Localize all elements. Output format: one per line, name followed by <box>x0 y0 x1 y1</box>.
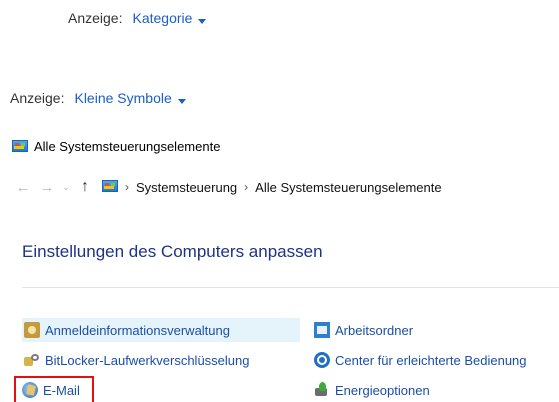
view-small-icons-row: Anzeige: Kleine Symbole <box>10 90 186 106</box>
work-folders-icon <box>314 322 330 338</box>
window-title: Alle Systemsteuerungselemente <box>34 139 221 154</box>
breadcrumb-systemsteuerung[interactable]: Systemsteuerung <box>136 180 237 195</box>
item-label: Arbeitsordner <box>335 322 414 338</box>
up-arrow-icon[interactable]: ↑ <box>76 178 94 196</box>
item-email[interactable]: E-Mail <box>14 376 94 402</box>
item-work-folders[interactable]: Arbeitsordner <box>312 318 413 342</box>
item-bitlocker[interactable]: BitLocker-Laufwerkverschlüsselung <box>22 348 300 372</box>
recent-locations-icon[interactable]: ⌄ <box>60 182 72 193</box>
breadcrumb-all-items[interactable]: Alle Systemsteuerungselemente <box>255 180 441 195</box>
control-panel-icon <box>102 180 118 194</box>
item-label: E-Mail <box>43 382 80 398</box>
ease-of-access-icon <box>314 352 330 368</box>
window-title-bar: Alle Systemsteuerungselemente <box>12 139 220 154</box>
view-small-icons-dropdown[interactable]: Kleine Symbole <box>74 90 186 106</box>
forward-arrow-icon[interactable]: → <box>38 179 56 196</box>
item-label: BitLocker-Laufwerkverschlüsselung <box>45 352 250 368</box>
item-label: Anmeldeinformationsverwaltung <box>45 322 230 338</box>
breadcrumb-separator-icon: › <box>125 180 129 194</box>
item-power-options[interactable]: Energieoptionen <box>312 378 430 402</box>
divider <box>22 287 559 288</box>
view-category-row: Anzeige: Kategorie <box>68 10 207 26</box>
chevron-down-icon <box>177 99 186 104</box>
back-arrow-icon[interactable]: ← <box>14 179 32 196</box>
item-ease-of-access[interactable]: Center für erleichterte Bedienung <box>312 348 527 372</box>
mail-icon <box>22 382 38 398</box>
view-label: Anzeige: <box>68 10 123 26</box>
view-category-value: Kategorie <box>132 10 193 26</box>
chevron-down-icon <box>198 19 207 24</box>
view-category-dropdown[interactable]: Kategorie <box>132 10 207 26</box>
view-label: Anzeige: <box>10 90 65 106</box>
power-options-icon <box>314 382 330 398</box>
bitlocker-icon <box>24 352 40 368</box>
item-label: Center für erleichterte Bedienung <box>335 352 527 368</box>
navigation-bar: ← → ⌄ ↑ › Systemsteuerung › Alle Systems… <box>14 178 442 196</box>
breadcrumb-separator-icon[interactable]: › <box>244 180 248 194</box>
item-label: Energieoptionen <box>335 382 430 398</box>
control-panel-icon <box>12 139 28 154</box>
credential-manager-icon <box>24 322 40 338</box>
view-small-icons-value: Kleine Symbole <box>74 90 172 106</box>
page-title: Einstellungen des Computers anpassen <box>22 242 323 261</box>
item-credential-manager[interactable]: Anmeldeinformationsverwaltung <box>22 318 300 342</box>
